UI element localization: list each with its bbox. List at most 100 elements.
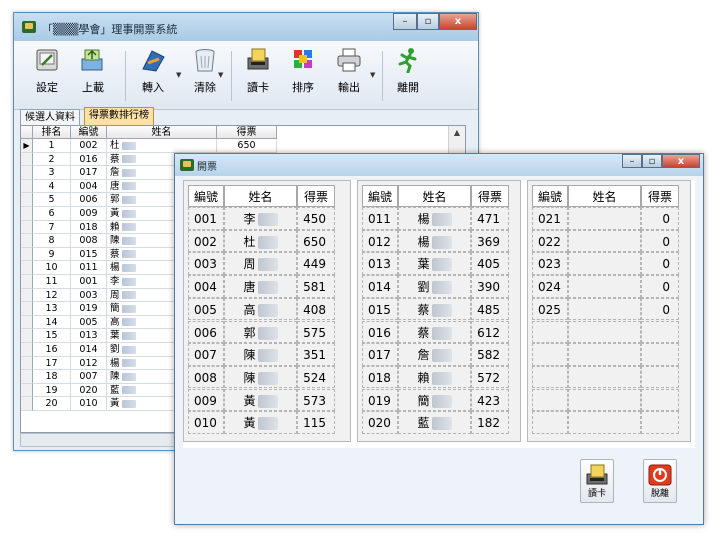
candidate-number: 022 (532, 229, 568, 253)
candidate-name-text: 蔡 (417, 302, 430, 317)
candidate-number: 018 (362, 365, 398, 389)
name-cell: 杜 (107, 139, 217, 153)
redacted-name-mask (121, 250, 136, 259)
tab-candidate-data[interactable]: 候選人資料 (20, 109, 80, 125)
redacted-name-mask (257, 303, 278, 317)
main-title-bar[interactable]: 「▒▒▒學會」理事開票系統 – ▫ x (14, 13, 478, 41)
candidate-votes: 572 (471, 365, 509, 389)
candidate-number: 005 (188, 297, 224, 321)
row-selector[interactable] (21, 261, 33, 275)
row-selector[interactable] (21, 343, 33, 357)
row-selector[interactable] (21, 302, 33, 316)
close-button[interactable]: x (662, 154, 700, 168)
row-selector[interactable] (21, 356, 33, 371)
row-selector[interactable]: ▶ (21, 139, 33, 153)
redacted-name-mask (121, 195, 136, 204)
name-text: 黃 (110, 208, 120, 219)
row-selector[interactable] (21, 397, 33, 411)
row-selector[interactable] (21, 247, 33, 262)
candidate-name-text: 楊 (417, 212, 430, 226)
column-header-number[interactable]: 編號 (71, 126, 107, 139)
row-selector[interactable] (21, 166, 33, 180)
read-card-button[interactable]: 讀卡 (580, 459, 614, 503)
read-card-button[interactable]: 讀卡 (235, 47, 281, 95)
exit-button[interactable]: 離開 (385, 47, 431, 95)
number-cell: 016 (71, 152, 107, 167)
number-cell: 002 (71, 139, 107, 153)
vote-title-bar[interactable]: 開票 – ▫ x (175, 154, 703, 176)
redacted-name-mask (121, 168, 136, 177)
toolbar: 設定 上載 轉入 ▼ 清除 ▼ 讀卡 排序 輸出 ▼ 離開 (14, 41, 478, 110)
row-selector[interactable] (21, 234, 33, 248)
redacted-name-mask (257, 281, 278, 295)
maximize-button[interactable]: ▫ (417, 13, 439, 30)
candidate-name (568, 297, 641, 321)
table-row[interactable]: ▶ 1 002 杜 650 (21, 139, 280, 153)
close-button[interactable]: x (439, 13, 477, 30)
upload-button[interactable]: 上載 (70, 47, 116, 95)
candidate-number: 013 (362, 252, 398, 275)
name-text: 陳 (110, 235, 120, 247)
output-button[interactable]: 輸出 (326, 47, 372, 95)
import-dropdown-arrow[interactable]: ▼ (176, 71, 181, 79)
row-selector[interactable] (21, 179, 33, 194)
maximize-button[interactable]: ▫ (642, 154, 662, 168)
name-text: 詹 (110, 167, 120, 179)
row-selector[interactable] (21, 329, 33, 343)
row-selector[interactable] (21, 370, 33, 384)
candidate-number: 023 (532, 252, 568, 275)
vote-column-header: 編號 (188, 185, 224, 207)
minimize-button[interactable]: – (393, 13, 417, 30)
rank-cell: 8 (33, 234, 71, 248)
candidate-name-text: 詹 (417, 348, 430, 363)
tab-ranking[interactable]: 得票數排行榜 (84, 107, 154, 125)
candidate-votes (641, 320, 679, 344)
card-reader-icon (245, 47, 271, 73)
row-selector[interactable] (21, 220, 33, 235)
clear-dropdown-arrow[interactable]: ▼ (218, 71, 223, 79)
row-selector[interactable] (21, 275, 33, 289)
redacted-name-mask (121, 291, 136, 300)
candidate-name (568, 343, 641, 366)
candidate-name-text: 杜 (243, 234, 256, 249)
candidate-number: 001 (188, 207, 224, 230)
redacted-name-mask (121, 182, 136, 191)
row-selector[interactable] (21, 207, 33, 221)
candidate-number: 025 (532, 297, 568, 321)
number-cell: 001 (71, 275, 107, 289)
settings-button[interactable]: 設定 (24, 47, 70, 95)
redacted-name-mask (431, 303, 452, 317)
leave-button[interactable]: 脫離 (643, 459, 677, 503)
redacted-name-mask (431, 371, 452, 385)
output-dropdown-arrow[interactable]: ▼ (370, 71, 375, 79)
vote-column-header: 編號 (362, 185, 398, 207)
candidate-votes: 423 (471, 388, 509, 412)
candidate-number: 011 (362, 207, 398, 230)
row-selector[interactable] (21, 152, 33, 167)
redacted-name-mask (121, 399, 136, 408)
candidate-number (532, 320, 568, 344)
redacted-name-mask (121, 304, 136, 313)
candidate-name: 黃 (224, 411, 297, 434)
row-selector[interactable] (21, 383, 33, 398)
row-selector[interactable] (21, 193, 33, 207)
minimize-button[interactable]: – (622, 154, 642, 168)
candidate-votes: 582 (471, 343, 509, 366)
redacted-name-mask (431, 281, 452, 295)
candidate-votes: 369 (471, 229, 509, 253)
candidate-name-text: 郭 (243, 325, 256, 340)
candidate-votes (641, 411, 679, 434)
row-selector[interactable] (21, 288, 33, 303)
sort-button[interactable]: 排序 (280, 47, 326, 95)
row-selector[interactable] (21, 315, 33, 330)
candidate-name (568, 388, 641, 412)
candidate-name-text: 藍 (417, 416, 430, 431)
exit-runner-icon (395, 47, 421, 74)
vote-panel: 編號 姓名 得票 021 0 022 0 023 0 024 0 025 0 (527, 180, 691, 442)
column-header-rank[interactable]: 排名 (33, 126, 71, 139)
import-button[interactable]: 轉入 (130, 47, 176, 95)
rank-cell: 18 (33, 370, 71, 384)
scroll-up-arrow-icon[interactable]: ▲ (449, 126, 465, 140)
column-header-votes[interactable]: 得票 (217, 126, 277, 139)
column-header-name[interactable]: 姓名 (107, 126, 217, 139)
